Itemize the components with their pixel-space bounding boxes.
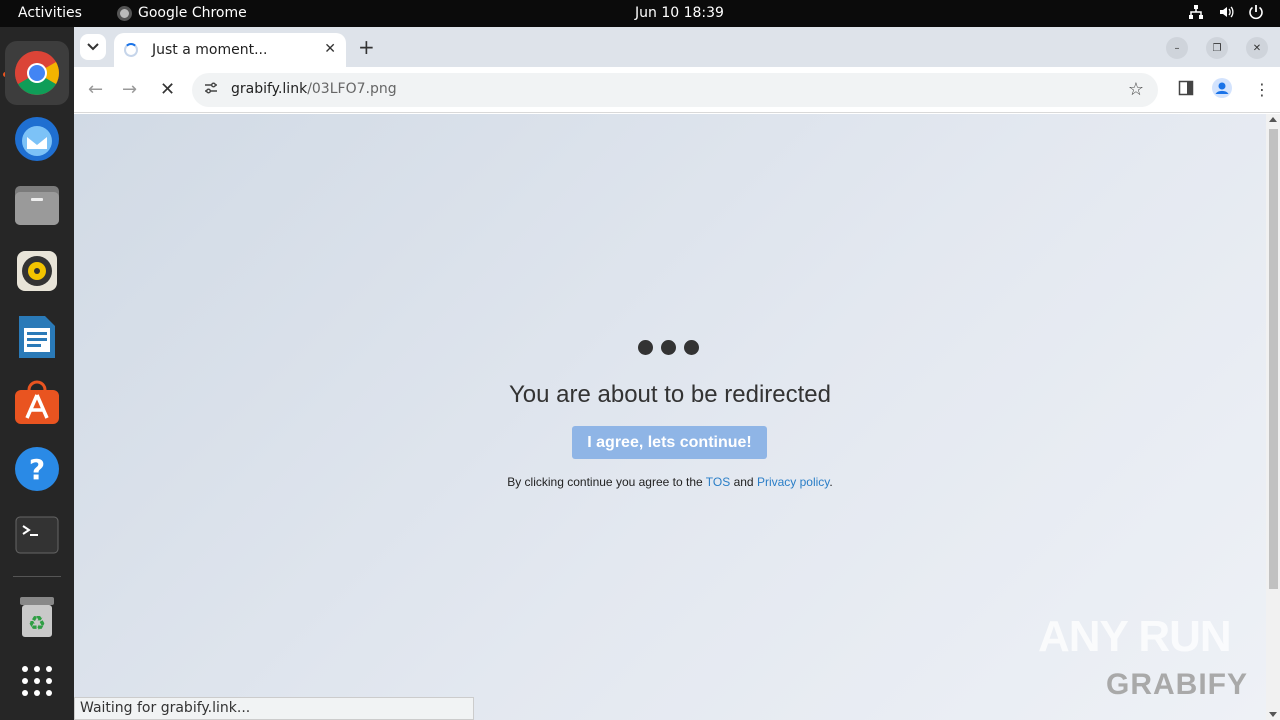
software-store-icon <box>15 380 59 424</box>
app-name-label: Google Chrome <box>138 5 247 21</box>
dock-writer[interactable] <box>5 305 69 369</box>
profile-avatar[interactable] <box>1212 78 1232 102</box>
clock[interactable]: Jun 10 18:39 <box>635 5 724 21</box>
dock-rhythmbox[interactable] <box>5 239 69 303</box>
chrome-window: Just a moment... ✕ + – ❐ ✕ ← → ✕ grabify… <box>74 27 1280 720</box>
bookmark-star-icon[interactable]: ☆ <box>1128 79 1144 100</box>
dock: ? ♻ <box>0 27 74 720</box>
system-top-bar: Activities Google Chrome Jun 10 18:39 <box>0 0 1280 27</box>
folder-icon <box>15 186 59 225</box>
scroll-up-icon[interactable] <box>1269 117 1277 122</box>
svg-text:♻: ♻ <box>28 611 46 635</box>
stop-loading-button[interactable]: ✕ <box>160 79 175 100</box>
redirect-headline: You are about to be redirected <box>508 381 832 408</box>
scroll-thumb[interactable] <box>1269 129 1278 589</box>
dock-chrome[interactable] <box>5 41 69 105</box>
browser-toolbar: ← → ✕ grabify.link/03LFO7.png ☆ ⋮ <box>74 67 1280 113</box>
site-info-icon[interactable] <box>204 81 218 99</box>
trash-icon: ♻ <box>20 597 54 637</box>
legal-notice: By clicking continue you agree to the TO… <box>74 475 1266 489</box>
agree-continue-button[interactable]: I agree, lets continue! <box>572 426 767 459</box>
loading-dots-icon <box>638 340 699 355</box>
tos-link[interactable]: TOS <box>706 475 730 489</box>
legal-and: and <box>730 475 757 489</box>
dock-show-apps[interactable] <box>5 649 69 713</box>
thunderbird-icon <box>15 117 59 161</box>
app-menu[interactable]: Google Chrome <box>117 5 247 21</box>
restore-button[interactable]: ❐ <box>1206 37 1228 59</box>
volume-icon <box>1218 4 1234 20</box>
dock-terminal[interactable] <box>5 503 69 567</box>
page-scrollbar[interactable] <box>1266 114 1280 720</box>
terminal-icon <box>15 516 59 554</box>
app-grid-icon <box>22 666 52 696</box>
legal-prefix: By clicking continue you agree to the <box>507 475 706 489</box>
writer-icon <box>19 316 55 358</box>
forward-button[interactable]: → <box>122 79 137 100</box>
dock-thunderbird[interactable] <box>5 107 69 171</box>
chevron-down-icon <box>87 43 99 51</box>
dock-trash[interactable]: ♻ <box>5 585 69 649</box>
status-bubble: Waiting for grabify.link... <box>74 697 474 720</box>
dock-software[interactable] <box>5 371 69 435</box>
network-icon <box>1188 4 1204 20</box>
new-tab-button[interactable]: + <box>358 35 375 59</box>
page-content: You are about to be redirected I agree, … <box>74 114 1266 720</box>
anyrun-watermark: ANY RUN <box>1038 612 1232 661</box>
power-icon <box>1248 4 1264 20</box>
url-text: grabify.link/03LFO7.png <box>231 81 397 97</box>
tab-close-icon[interactable]: ✕ <box>324 41 336 57</box>
tab-active[interactable]: Just a moment... ✕ <box>114 33 346 67</box>
close-window-button[interactable]: ✕ <box>1246 37 1268 59</box>
scroll-down-icon[interactable] <box>1269 712 1277 717</box>
svg-text:?: ? <box>29 453 45 486</box>
chrome-icon <box>117 5 132 21</box>
tab-title: Just a moment... <box>152 42 268 58</box>
tab-strip: Just a moment... ✕ + – ❐ ✕ <box>74 27 1280 67</box>
tab-search-button[interactable] <box>80 34 106 60</box>
privacy-policy-link[interactable]: Privacy policy <box>757 475 829 489</box>
dock-separator <box>13 576 61 577</box>
rhythmbox-icon <box>17 251 57 291</box>
legal-suffix: . <box>829 475 833 489</box>
loading-spinner-icon <box>124 43 138 57</box>
grabify-watermark: GRABIFY <box>1106 668 1248 701</box>
chrome-icon <box>15 51 59 95</box>
dock-files[interactable] <box>5 173 69 237</box>
back-button[interactable]: ← <box>88 79 103 100</box>
side-panel-icon[interactable] <box>1178 80 1194 100</box>
minimize-button[interactable]: – <box>1166 37 1188 59</box>
activities-button[interactable]: Activities <box>18 5 82 21</box>
dock-help[interactable]: ? <box>5 437 69 501</box>
kebab-menu-icon[interactable]: ⋮ <box>1254 80 1270 99</box>
help-icon: ? <box>15 447 59 491</box>
url-host: grabify.link <box>231 81 308 97</box>
url-path: /03LFO7.png <box>307 81 397 97</box>
system-tray[interactable] <box>1188 4 1264 20</box>
address-bar[interactable]: grabify.link/03LFO7.png ☆ <box>192 73 1158 107</box>
